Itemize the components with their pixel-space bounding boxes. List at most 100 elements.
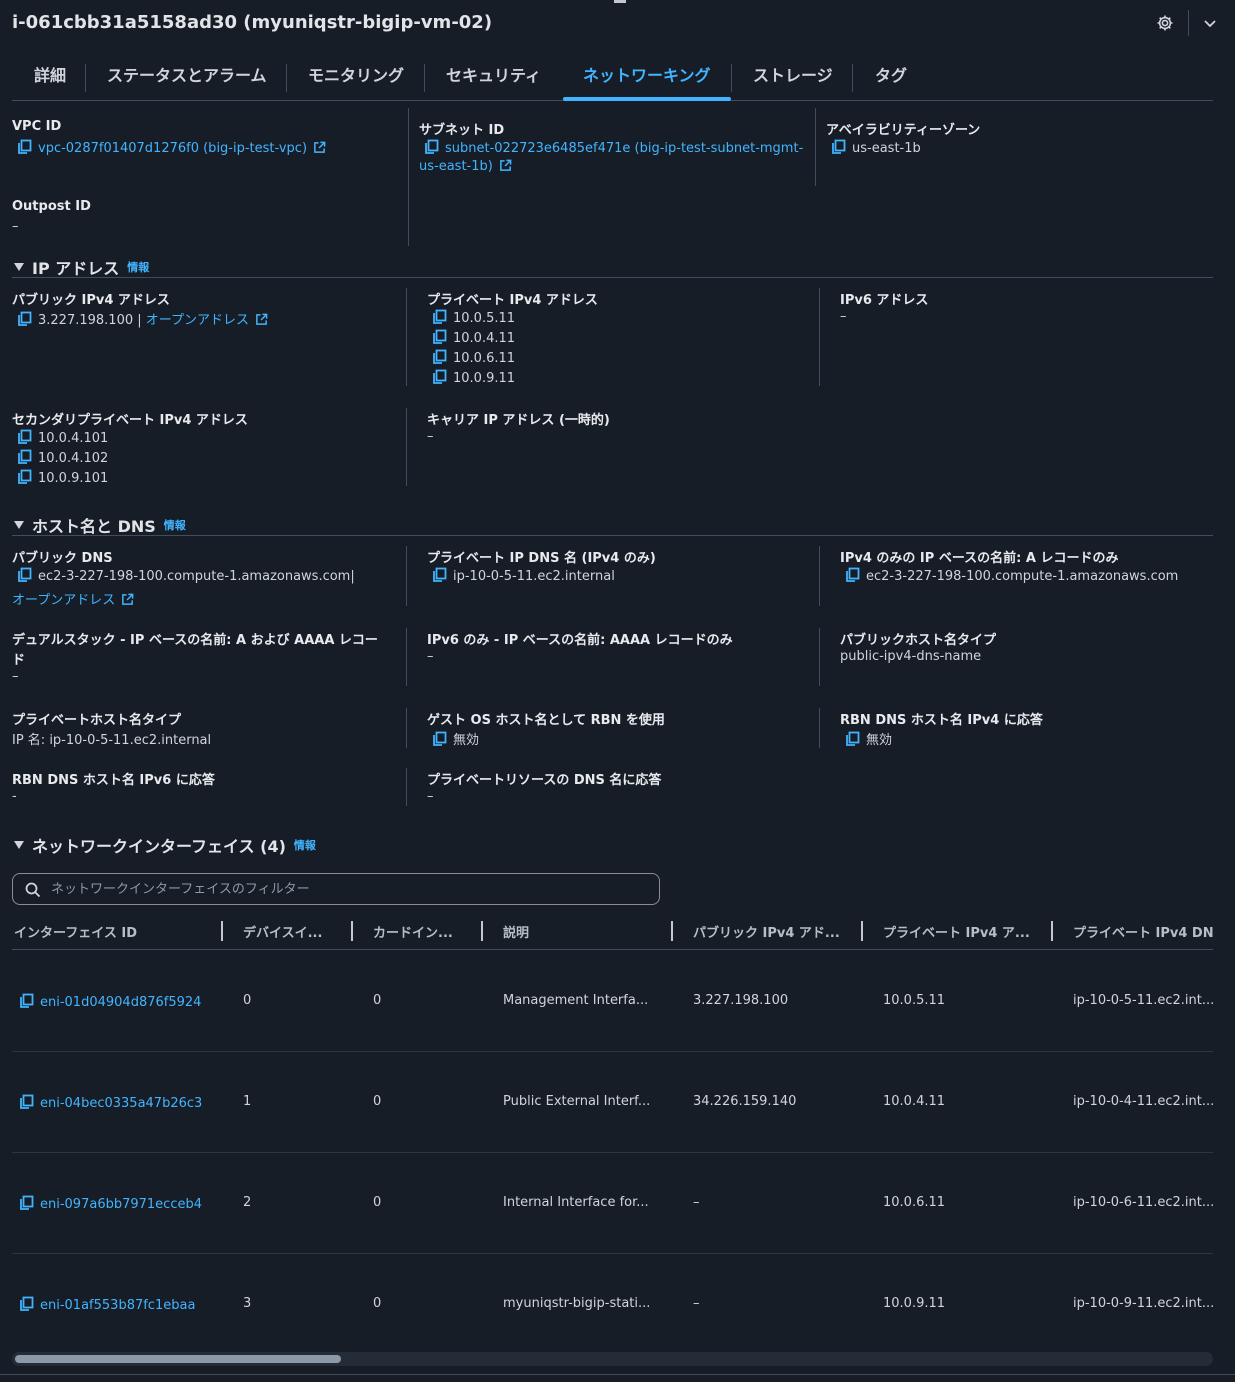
column-resizer[interactable] [351,921,353,941]
guest-os-rbn-value: 無効 [431,729,479,748]
eni-id-link[interactable]: eni-01d04904d876f5924 [40,995,201,1010]
eni-section-header[interactable]: ネットワークインターフェイス (4) 情報 [14,833,316,857]
tab-networking[interactable]: ネットワーキング [563,58,730,101]
eni-id-link[interactable]: eni-097a6bb7971ecceb4 [40,1197,202,1212]
copy-icon[interactable] [844,567,860,583]
col-private-ipv4-dns[interactable]: プライベート IPv4 DNS [1073,922,1213,941]
column-resizer[interactable] [861,921,863,941]
separator: | [137,313,142,328]
info-link[interactable]: 情報 [164,517,186,533]
col-private-ipv4[interactable]: プライベート IPv4 ア... [883,922,1043,941]
subnet-id-link-cont[interactable]: us-east-1b) [419,159,493,174]
dual-stack-label-cont: ド [12,653,26,668]
column-resizer[interactable] [1051,921,1053,941]
info-link[interactable]: 情報 [127,259,149,275]
copy-icon[interactable] [18,1296,34,1312]
window-drag-handle[interactable] [614,0,626,3]
secondary-ipv4-text: 10.0.4.101 [38,431,109,446]
col-interface-id[interactable]: インターフェイス ID [14,922,214,941]
table-header-divider [12,949,1213,950]
column-resizer[interactable] [221,921,223,941]
eni-filter-input[interactable] [51,878,641,900]
copy-icon[interactable] [431,349,447,365]
card-index-cell: 0 [373,993,382,1008]
copy-icon[interactable] [423,139,439,155]
copy-icon[interactable] [18,1094,34,1110]
col-public-ipv4[interactable]: パブリック IPv4 アド... [693,922,853,941]
info-link[interactable]: 情報 [294,837,316,853]
copy-icon[interactable] [16,567,32,583]
az-label: アベイラビリティーゾーン [826,123,981,138]
caret-down-icon [14,263,24,271]
vpc-id-link[interactable]: vpc-0287f01407d1276f0 (big-ip-test-vpc) [38,141,307,156]
open-address-link[interactable]: オープンアドレス [146,313,249,328]
tab-monitoring[interactable]: モニタリング [308,58,404,100]
table-row[interactable]: eni-01d04904d876f5924 [18,993,201,1010]
column-resizer[interactable] [481,921,483,941]
public-ipv4-value: 3.227.198.100 | オープンアドレス [16,309,268,328]
vpc-id-value: vpc-0287f01407d1276f0 (big-ip-test-vpc) [16,139,326,156]
guest-os-rbn-text: 無効 [453,733,480,748]
copy-icon[interactable] [431,369,447,385]
device-index-cell: 3 [243,1296,252,1311]
copy-icon[interactable] [830,139,846,155]
copy-icon[interactable] [844,731,860,747]
copy-icon[interactable] [431,309,447,325]
column-divider [406,546,407,606]
tab-details[interactable]: 詳細 [34,58,66,100]
subnet-id-link[interactable]: subnet-022723e6485ef471e (big-ip-test-su… [445,141,803,156]
copy-icon[interactable] [16,311,32,327]
external-link-icon[interactable] [121,593,134,606]
copy-icon[interactable] [16,449,32,465]
external-link-icon[interactable] [255,313,268,326]
private-dns-text: ip-10-0-5-11.ec2.internal [453,569,615,584]
scrollbar-thumb[interactable] [15,1355,341,1363]
public-ipv4-text: 3.227.198.100 [38,313,134,328]
eni-id-link[interactable]: eni-04bec0335a47b26c3 [40,1096,202,1111]
table-row[interactable]: eni-097a6bb7971ecceb4 [18,1195,202,1212]
copy-icon[interactable] [16,429,32,445]
copy-icon[interactable] [431,329,447,345]
guest-os-rbn-label: ゲスト OS ホスト名として RBN を使用 [427,713,665,728]
description-cell: Management Interfa... [503,993,649,1008]
copy-icon[interactable] [18,993,34,1009]
rbn-ipv4-value: 無効 [844,729,892,748]
column-divider [406,628,407,686]
ipv4-only-name-text: ec2-3-227-198-100.compute-1.amazonaws.co… [866,569,1179,584]
copy-icon[interactable] [16,469,32,485]
ip-section-header[interactable]: IP アドレス 情報 [14,255,149,279]
gear-icon[interactable] [1150,10,1180,36]
tab-status-alarms[interactable]: ステータスとアラーム [107,58,267,100]
table-row[interactable]: eni-01af553b87fc1ebaa [18,1296,195,1313]
rbn-ipv6-label: RBN DNS ホスト名 IPv6 に応答 [12,773,215,788]
chevron-down-icon[interactable] [1197,10,1223,36]
col-description[interactable]: 説明 [503,922,663,941]
table-row[interactable]: eni-04bec0335a47b26c3 [18,1094,202,1111]
copy-icon[interactable] [431,731,447,747]
private-resource-dns-value: – [427,789,434,804]
eni-filter[interactable] [12,873,660,905]
subnet-id-label: サブネット ID [419,123,505,138]
column-divider [819,628,820,686]
tab-tags[interactable]: タグ [875,58,907,100]
col-device-index[interactable]: デバイスイ... [243,922,343,941]
copy-icon[interactable] [16,139,32,155]
external-link-icon[interactable] [313,141,326,154]
col-card-index[interactable]: カードイン... [373,922,473,941]
public-ipv4-cell: 3.227.198.100 [693,993,789,1008]
open-address-link[interactable]: オープンアドレス [12,593,115,608]
rbn-ipv4-text: 無効 [866,733,893,748]
secondary-ipv4-item: 10.0.4.102 [16,449,108,466]
eni-id-link[interactable]: eni-01af553b87fc1ebaa [40,1298,195,1313]
copy-icon[interactable] [431,567,447,583]
external-link-icon[interactable] [499,159,512,172]
tab-security[interactable]: セキュリティ [446,58,541,100]
column-resizer[interactable] [671,921,673,941]
tab-storage[interactable]: ストレージ [753,58,833,100]
public-hostname-type-value: public-ipv4-dns-name [840,649,982,664]
private-ipv4-item: 10.0.4.11 [431,329,515,346]
ipv6-only-name-label: IPv6 のみ - IP ベースの名前: AAAA レコードのみ [427,633,733,648]
dns-section-header[interactable]: ホスト名と DNS 情報 [14,513,186,537]
copy-icon[interactable] [18,1195,34,1211]
horizontal-scrollbar[interactable] [12,1352,1213,1366]
